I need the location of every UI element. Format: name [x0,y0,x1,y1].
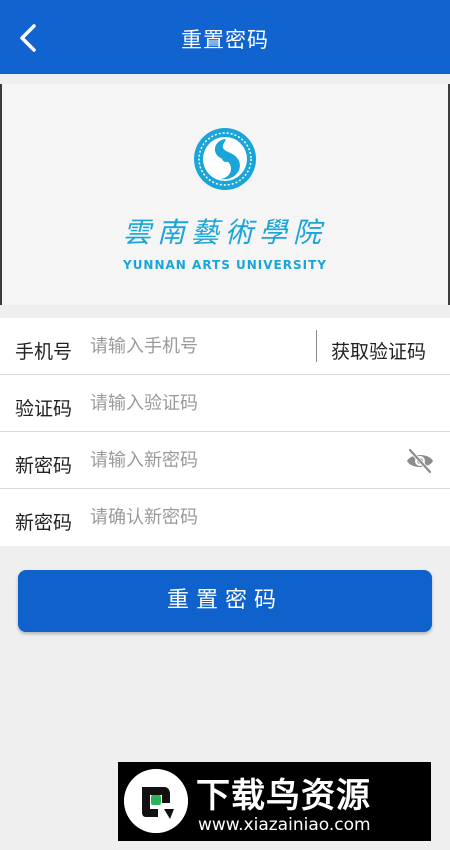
university-emblem-icon [194,128,256,190]
divider [316,330,317,362]
phone-row: 手机号 获取验证码 [0,318,450,375]
reset-form: 手机号 获取验证码 验证码 新密码 新密码 [0,318,450,546]
new-password-row: 新密码 [0,432,450,489]
watermark-title: 下载鸟资源 [196,776,371,816]
phone-input[interactable] [90,332,300,360]
code-row: 验证码 [0,375,450,432]
university-name-cn: 雲南藝術學院 [122,216,327,249]
code-input[interactable] [90,389,300,417]
bird-logo-icon [124,769,188,833]
reset-password-button[interactable]: 重置密码 [18,570,432,632]
page-title: 重置密码 [181,28,269,52]
confirm-password-input[interactable] [90,503,300,531]
watermark-url: www.xiazainiao.com [198,815,371,835]
university-name-en: YUNNAN ARTS UNIVERSITY [123,258,327,272]
phone-label: 手机号 [15,341,73,363]
confirm-password-label: 新密码 [15,512,73,534]
app-header: 重置密码 [0,0,450,74]
get-code-button[interactable]: 获取验证码 [331,337,426,364]
watermark: 下载鸟资源 www.xiazainiao.com [118,762,431,841]
confirm-password-row: 新密码 [0,489,450,546]
new-password-label: 新密码 [15,455,73,477]
logo-panel: 雲南藝術學院 YUNNAN ARTS UNIVERSITY [0,84,450,305]
new-password-input[interactable] [90,446,300,474]
eye-off-icon[interactable] [405,448,435,474]
code-label: 验证码 [15,398,73,420]
